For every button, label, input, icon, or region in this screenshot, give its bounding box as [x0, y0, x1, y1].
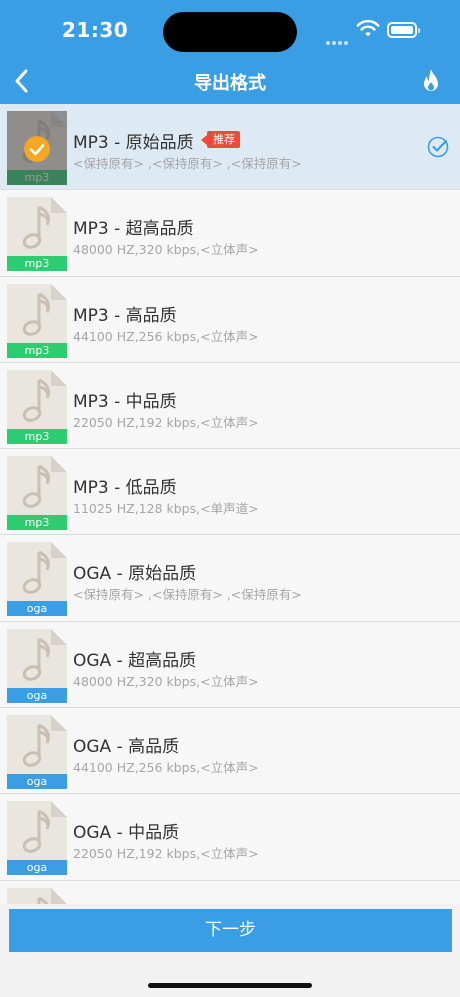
format-details: 48000 HZ,320 kbps,<立体声>: [73, 242, 259, 258]
music-note-icon: [22, 464, 51, 508]
format-title: OGA - 超高品质: [73, 650, 197, 671]
music-note-icon: [22, 551, 51, 595]
format-list: mp3 MP3 - 原始品质 <保持原有> ,<保持原有> ,<保持原有> 推荐…: [0, 104, 460, 904]
format-row[interactable]: oga OGA - 中品质 22050 HZ,192 kbps,<立体声>: [0, 794, 460, 881]
cellular-signal-icon: [326, 30, 350, 49]
format-row[interactable]: oga OGA - 超高品质 48000 HZ,320 kbps,<立体声>: [0, 621, 460, 709]
fire-icon[interactable]: [420, 68, 442, 94]
format-badge: oga: [7, 687, 67, 703]
format-row[interactable]: oga OGA - 原始品质 <保持原有> ,<保持原有> ,<保持原有>: [0, 535, 460, 622]
wifi-icon: [356, 20, 380, 37]
format-row[interactable]: oga OGA - 高品质 44100 HZ,256 kbps,<立体声>: [0, 708, 460, 795]
next-step-button[interactable]: 下一步: [9, 909, 452, 952]
music-note-icon: [22, 205, 51, 250]
bottom-bar: 下一步: [0, 904, 460, 997]
audio-file-icon: oga: [7, 628, 67, 703]
audio-file-icon: mp3: [7, 197, 67, 272]
dynamic-island: [163, 12, 297, 52]
format-badge: mp3: [7, 428, 67, 444]
recommend-badge: 推荐: [201, 131, 240, 148]
format-row[interactable]: [0, 880, 460, 904]
format-badge: oga: [7, 774, 67, 790]
format-details: <保持原有> ,<保持原有> ,<保持原有>: [73, 587, 302, 603]
format-details: <保持原有> ,<保持原有> ,<保持原有>: [73, 156, 302, 171]
format-badge: mp3: [7, 342, 67, 358]
format-badge: oga: [7, 860, 67, 876]
format-title: MP3 - 中品质: [73, 391, 177, 412]
format-title: OGA - 中品质: [73, 823, 180, 844]
audio-file-icon: mp3: [7, 111, 67, 185]
music-note-icon: [22, 810, 51, 854]
music-note-icon: [22, 292, 51, 336]
home-indicator: [148, 983, 312, 988]
format-title: MP3 - 低品质: [73, 478, 177, 499]
format-details: 22050 HZ,192 kbps,<立体声>: [73, 414, 259, 430]
audio-file-icon: mp3: [7, 283, 67, 358]
checkmark-icon: [427, 136, 449, 158]
format-badge: mp3: [7, 256, 67, 272]
format-row[interactable]: mp3 MP3 - 原始品质 <保持原有> ,<保持原有> ,<保持原有> 推荐: [0, 104, 460, 191]
status-time: 21:30: [62, 18, 129, 42]
format-badge: oga: [7, 601, 67, 617]
audio-file-icon: mp3: [7, 456, 67, 531]
format-title: MP3 - 高品质: [73, 305, 177, 326]
format-row[interactable]: mp3 MP3 - 超高品质 48000 HZ,320 kbps,<立体声>: [0, 190, 460, 277]
top-bar: 21:30 导出格式: [0, 0, 460, 104]
battery-icon: [387, 22, 420, 38]
format-details: 44100 HZ,256 kbps,<立体声>: [73, 328, 259, 344]
format-title: MP3 - 超高品质: [73, 219, 194, 240]
audio-file-icon: [7, 887, 67, 904]
music-note-icon: [22, 637, 51, 681]
format-title: OGA - 高品质: [73, 737, 180, 758]
format-row[interactable]: mp3 MP3 - 高品质 44100 HZ,256 kbps,<立体声>: [0, 276, 460, 363]
selected-check-icon: [24, 136, 50, 162]
music-note-icon: [37, 896, 49, 904]
format-row[interactable]: mp3 MP3 - 低品质 11025 HZ,128 kbps,<单声道>: [0, 449, 460, 536]
audio-file-icon: mp3: [7, 369, 67, 444]
music-note-icon: [22, 723, 51, 767]
format-title: MP3 - 原始品质: [73, 133, 194, 153]
audio-file-icon: oga: [7, 715, 67, 790]
format-details: 11025 HZ,128 kbps,<单声道>: [73, 501, 259, 517]
music-note-icon: [22, 378, 51, 422]
format-row[interactable]: mp3 MP3 - 中品质 22050 HZ,192 kbps,<立体声>: [0, 362, 460, 450]
format-details: 22050 HZ,192 kbps,<立体声>: [73, 846, 259, 862]
format-badge: mp3: [7, 515, 67, 531]
page-title: 导出格式: [194, 73, 266, 94]
audio-file-icon: oga: [7, 542, 67, 617]
format-details: 48000 HZ,320 kbps,<立体声>: [73, 673, 259, 689]
format-details: 44100 HZ,256 kbps,<立体声>: [73, 760, 259, 776]
format-title: OGA - 原始品质: [73, 564, 197, 585]
audio-file-icon: oga: [7, 801, 67, 876]
